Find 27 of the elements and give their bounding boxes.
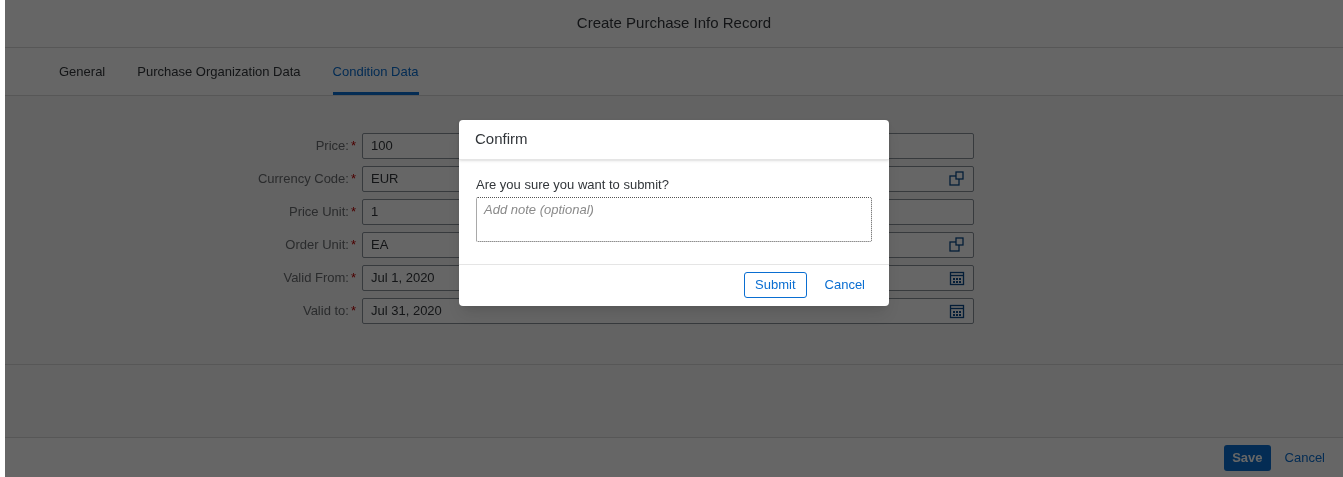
dialog-title: Confirm (475, 129, 528, 150)
save-button[interactable]: Save (1224, 444, 1271, 471)
dialog-message: Are you sure you want to submit? (476, 176, 670, 194)
calendar-icon[interactable] (949, 270, 965, 286)
value-help-icon[interactable] (949, 171, 965, 187)
tab[interactable]: General (59, 48, 106, 95)
required-asterisk: * (350, 203, 356, 222)
field-label: Valid to: (302, 302, 349, 321)
note-field[interactable]: Add note (optional) (476, 196, 872, 242)
field-label: Currency Code: (257, 170, 349, 189)
tab[interactable]: Purchase Organization Data (137, 48, 301, 95)
required-asterisk: * (350, 137, 356, 156)
calendar-icon[interactable] (949, 303, 965, 319)
field-label: Order Unit: (285, 236, 349, 255)
required-asterisk: * (350, 236, 356, 255)
field-label: Valid From: (283, 269, 349, 288)
window-title: Create Purchase Info Record (576, 13, 772, 34)
cancel-button[interactable]: Cancel (1278, 444, 1331, 471)
required-asterisk: * (350, 302, 356, 321)
field-label: Price: (315, 137, 349, 156)
value-help-icon[interactable] (949, 237, 965, 253)
cancel-button[interactable]: Cancel (814, 272, 875, 298)
field-label: Price Unit: (288, 203, 349, 222)
required-asterisk: * (350, 170, 356, 189)
required-asterisk: * (350, 269, 356, 288)
tab[interactable]: Condition Data (332, 48, 419, 95)
submit-button[interactable]: Submit (744, 272, 807, 298)
